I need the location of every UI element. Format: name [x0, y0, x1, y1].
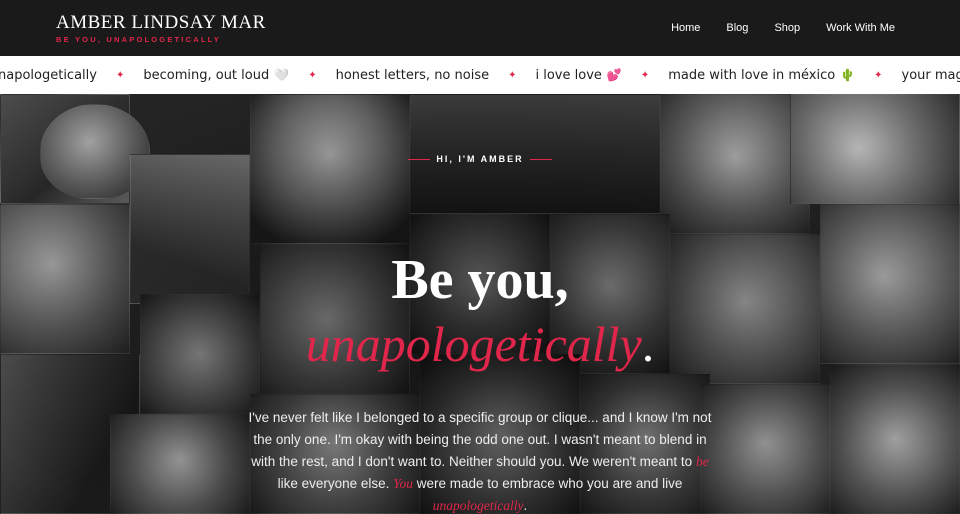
paragraph-emphasis: be [695, 454, 709, 469]
eyebrow-line-left [408, 158, 431, 160]
paragraph-text: like everyone else. [277, 476, 394, 491]
ticker-item: becoming, out loud 🤍 [143, 67, 290, 83]
ticker-item: napologetically [0, 67, 97, 83]
marquee-ticker: napologetically ✦ becoming, out loud 🤍 ✦ … [0, 56, 960, 94]
main-nav: Home Blog Shop Work With Me [645, 22, 895, 34]
ticker-item: i love love 💕 [535, 67, 622, 83]
ticker-track: napologetically ✦ becoming, out loud 🤍 ✦ … [0, 56, 960, 94]
ticker-item: made with love in méxico 🌵 [668, 67, 856, 83]
paragraph-text: I've never felt like I belonged to a spe… [248, 410, 712, 469]
sparkle-separator-icon: ✦ [115, 69, 125, 81]
paragraph-text: were made to embrace who you are and liv… [412, 476, 683, 491]
sparkle-separator-icon: ✦ [508, 69, 517, 81]
hero-headline-accent-line: unapologetically. [0, 316, 960, 372]
paragraph-emphasis: unapologetically [432, 498, 524, 513]
eyebrow-line-right [529, 158, 552, 160]
sparkle-separator-icon: ✦ [308, 69, 317, 81]
hero-paragraph: I've never felt like I belonged to a spe… [248, 407, 712, 514]
brand-name[interactable]: AMBER LINDSAY MAR [56, 12, 266, 33]
nav-shop[interactable]: Shop [774, 22, 800, 34]
cactus-icon: 🌵 [840, 68, 856, 82]
nav-work-with-me[interactable]: Work With Me [826, 22, 895, 34]
paragraph-text: . [523, 498, 528, 513]
brand-tagline: BE YOU, UNAPOLOGETICALLY [56, 34, 221, 44]
eyebrow-text: HI, I'M AMBER [436, 154, 524, 164]
brand[interactable]: AMBER LINDSAY MAR BE YOU, UNAPOLOGETICAL… [56, 12, 266, 44]
white-heart-icon: 🤍 [274, 68, 290, 82]
hero-section: HI, I'M AMBER Be you, unapologetically. … [0, 94, 960, 514]
paragraph-emphasis: You [393, 476, 413, 491]
hero-headline-dot: . [641, 316, 655, 372]
sparkle-separator-icon: ✦ [640, 69, 650, 81]
hero-headline-accent: unapologetically [305, 316, 642, 372]
nav-blog[interactable]: Blog [726, 22, 748, 34]
hero-eyebrow: HI, I'M AMBER [0, 154, 960, 164]
nav-home[interactable]: Home [671, 22, 700, 34]
ticker-item: honest letters, no noise [335, 67, 490, 83]
hero-headline: Be you, [391, 249, 569, 311]
two-hearts-icon: 💕 [606, 68, 622, 82]
sparkle-separator-icon: ✦ [874, 69, 883, 81]
site-header: AMBER LINDSAY MAR BE YOU, UNAPOLOGETICAL… [0, 0, 960, 56]
ticker-item: your magic matters✨ [901, 67, 960, 83]
